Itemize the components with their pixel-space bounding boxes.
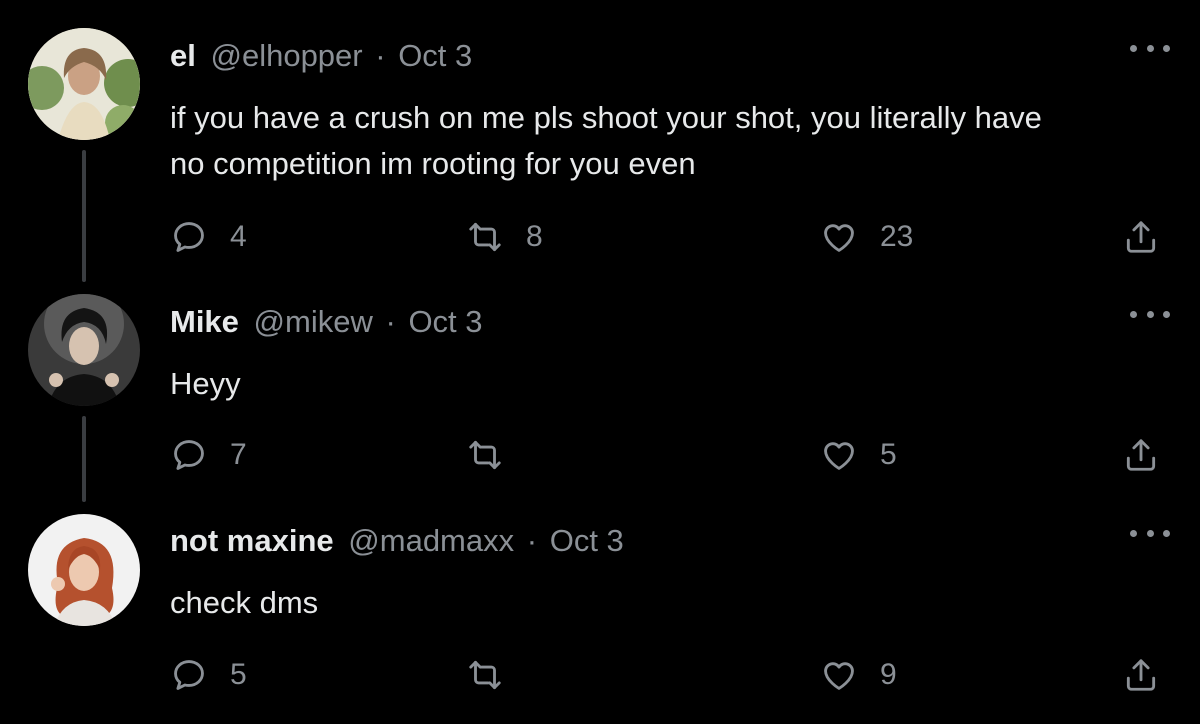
reply-count: 7	[230, 438, 247, 471]
more-icon[interactable]	[1130, 304, 1170, 324]
share-button[interactable]	[1122, 656, 1160, 694]
tweet-text-line: Heyy	[170, 366, 241, 401]
separator-dot: ·	[375, 38, 386, 73]
more-icon[interactable]	[1130, 523, 1170, 543]
tweet-text-line: check dms	[170, 585, 319, 620]
tweet-header: el @elhopper · Oct 3	[170, 38, 472, 74]
share-icon	[1126, 659, 1156, 691]
avatar[interactable]	[28, 294, 140, 406]
like-button[interactable]: 5	[820, 436, 897, 474]
separator-dot: ·	[526, 523, 538, 558]
reply-button[interactable]: 5	[170, 656, 247, 694]
retweet-icon	[469, 440, 501, 470]
like-icon	[824, 442, 854, 470]
display-name[interactable]: Mike	[170, 304, 239, 339]
tweet-text: check dms	[170, 580, 1170, 626]
tweet-text-line: no competition im rooting for you even	[170, 146, 696, 181]
avatar[interactable]	[28, 514, 140, 626]
like-count: 5	[880, 438, 897, 471]
tweet-text-line: if you have a crush on me pls shoot your…	[170, 100, 1042, 135]
retweet-icon	[469, 222, 501, 252]
share-button[interactable]	[1122, 218, 1160, 256]
tweet-date[interactable]: Oct 3	[550, 523, 624, 558]
avatar[interactable]	[28, 28, 140, 140]
display-name[interactable]: not maxine	[170, 523, 334, 558]
reply-icon	[174, 440, 204, 470]
tweet-header: not maxine @madmaxx · Oct 3	[170, 523, 624, 559]
reply-button[interactable]: 7	[170, 436, 247, 474]
retweet-button[interactable]	[466, 436, 526, 474]
tweet-text: if you have a crush on me pls shoot your…	[170, 95, 1170, 187]
share-button[interactable]	[1122, 436, 1160, 474]
retweet-button[interactable]	[466, 656, 526, 694]
tweet-date[interactable]: Oct 3	[398, 38, 472, 73]
like-icon	[824, 224, 854, 252]
tweet-header: Mike @mikew · Oct 3	[170, 304, 483, 340]
thread-line	[82, 416, 86, 502]
separator-dot: ·	[385, 304, 396, 339]
share-icon	[1126, 439, 1156, 471]
reply-button[interactable]: 4	[170, 218, 247, 256]
tweet-date[interactable]: Oct 3	[408, 304, 482, 339]
retweet-icon	[469, 660, 501, 690]
tweet-text: Heyy	[170, 361, 1170, 407]
like-button[interactable]: 9	[820, 656, 897, 694]
like-icon	[824, 662, 854, 690]
like-count: 23	[880, 220, 914, 253]
user-handle[interactable]: @elhopper	[210, 38, 362, 73]
reply-count: 5	[230, 658, 247, 691]
like-button[interactable]: 23	[820, 218, 913, 256]
reply-icon	[174, 660, 204, 690]
more-icon[interactable]	[1130, 38, 1170, 58]
like-count: 9	[880, 658, 897, 691]
thread-line	[82, 150, 86, 282]
share-icon	[1126, 221, 1156, 253]
display-name[interactable]: el	[170, 38, 196, 73]
reply-count: 4	[230, 220, 247, 253]
user-handle[interactable]: @madmaxx	[348, 523, 514, 558]
reply-icon	[174, 222, 204, 252]
retweet-count: 8	[526, 220, 543, 253]
user-handle[interactable]: @mikew	[254, 304, 373, 339]
retweet-button[interactable]: 8	[466, 218, 543, 256]
